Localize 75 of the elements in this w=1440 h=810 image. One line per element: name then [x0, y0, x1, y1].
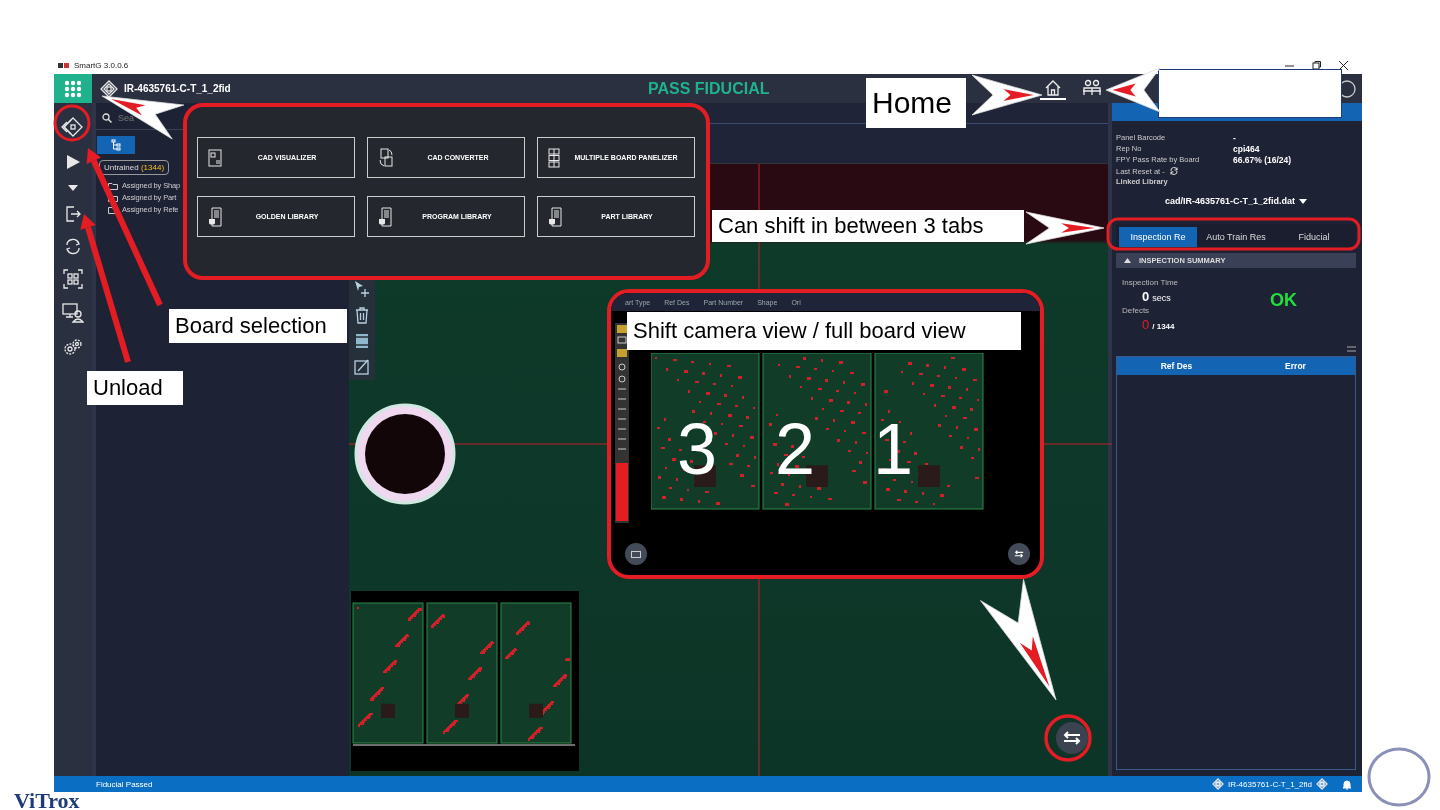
- info-value: cpi464: [1233, 144, 1261, 154]
- home-icon: [1044, 79, 1062, 96]
- status-title: PASS FIDUCIAL: [648, 80, 770, 98]
- result-ok: OK: [1270, 290, 1297, 311]
- inspection-time-label: Inspection Time: [1122, 278, 1179, 287]
- callout-label: Shift camera view / full board view: [627, 312, 1021, 350]
- board-number: 1: [873, 413, 914, 485]
- cursor-move-icon[interactable]: [353, 280, 371, 298]
- hierarchy-icon: [111, 139, 121, 151]
- people-icon: [1082, 79, 1102, 96]
- library-icon: [378, 206, 392, 227]
- board-number: 3: [677, 413, 718, 485]
- swap-view-button[interactable]: [1008, 543, 1030, 565]
- inspection-time-value: 0: [1142, 289, 1150, 304]
- tab[interactable]: Fiducial: [1275, 227, 1353, 247]
- boards-icon[interactable]: [61, 115, 85, 139]
- defects-total: / 1344: [1152, 322, 1175, 331]
- search-field[interactable]: Sea: [118, 113, 135, 123]
- component-icon[interactable]: [354, 332, 370, 350]
- bell-icon[interactable]: [1342, 778, 1352, 790]
- board-name: IR-4635761-C-T_1_2fid: [124, 83, 231, 94]
- swap-arrows-icon: [1063, 731, 1081, 745]
- camera-icon: [631, 550, 641, 558]
- apps-grid-icon: [64, 79, 82, 98]
- callout-label: Board selection: [169, 309, 347, 343]
- maximize-icon[interactable]: [1312, 61, 1321, 70]
- board-icon: [1211, 778, 1224, 790]
- defects-count: 0: [1142, 317, 1150, 332]
- library-icon: [208, 206, 222, 227]
- settings-icon[interactable]: [62, 337, 84, 357]
- board-icon: [1316, 778, 1328, 790]
- refresh-icon[interactable]: [1168, 166, 1179, 176]
- highlight-circle: [1044, 714, 1092, 762]
- tree-view-button[interactable]: [97, 136, 135, 154]
- tab[interactable]: Inspection Re: [1119, 227, 1197, 247]
- status-message: Fiducial Passed: [96, 779, 153, 789]
- filter-chip[interactable]: Untrained (1344): [99, 160, 170, 175]
- column-header[interactable]: Error: [1236, 357, 1355, 375]
- swap-arrows-icon: [1014, 549, 1024, 559]
- play-icon[interactable]: [64, 153, 82, 171]
- highlight-circle: [53, 104, 91, 142]
- exit-icon[interactable]: [64, 205, 82, 223]
- caret-icon[interactable]: [68, 185, 78, 191]
- library-dropdown[interactable]: cad/IR-4635761-C-T_1_2fid.dat: [1158, 195, 1314, 207]
- caret-icon: [1299, 198, 1308, 204]
- inspection-time-unit: secs: [1152, 293, 1171, 303]
- board-icon: [100, 79, 118, 98]
- tab[interactable]: Auto Train Res: [1197, 227, 1275, 247]
- callout-label: Home: [866, 78, 966, 128]
- callout-label: Unload: [87, 371, 183, 405]
- app-logo-icon: [58, 62, 70, 69]
- status-board-name: IR-4635761-C-T_1_2fid: [1227, 779, 1312, 789]
- menu-icon[interactable]: [1347, 346, 1356, 352]
- search-icon: [102, 113, 112, 123]
- monitor-user-icon[interactable]: [62, 303, 84, 323]
- column-header[interactable]: Ref Des: [1117, 357, 1236, 375]
- edit-box-icon[interactable]: [353, 358, 371, 376]
- library-icon: [548, 206, 562, 227]
- window-title: SmartG 3.0.0.6: [74, 61, 129, 70]
- swap-view-button[interactable]: [1056, 722, 1088, 754]
- board-document-icon: [208, 148, 222, 167]
- ring-logo-icon: [1366, 746, 1432, 808]
- apps-button[interactable]: [54, 74, 92, 103]
- board-number: 2: [775, 413, 816, 485]
- info-value: -: [1233, 133, 1237, 143]
- close-icon[interactable]: [1339, 61, 1348, 70]
- defects-label: Defects: [1122, 306, 1151, 315]
- panel-icon: [548, 147, 560, 168]
- cycle-icon[interactable]: [63, 237, 83, 255]
- convert-icon: [378, 147, 394, 168]
- brand-logo: ViTrox: [14, 791, 80, 810]
- info-value: 66.67% (16/24): [1233, 155, 1293, 165]
- trash-icon[interactable]: [354, 306, 370, 324]
- camera-button[interactable]: [625, 543, 647, 565]
- grid-icon[interactable]: [63, 269, 83, 289]
